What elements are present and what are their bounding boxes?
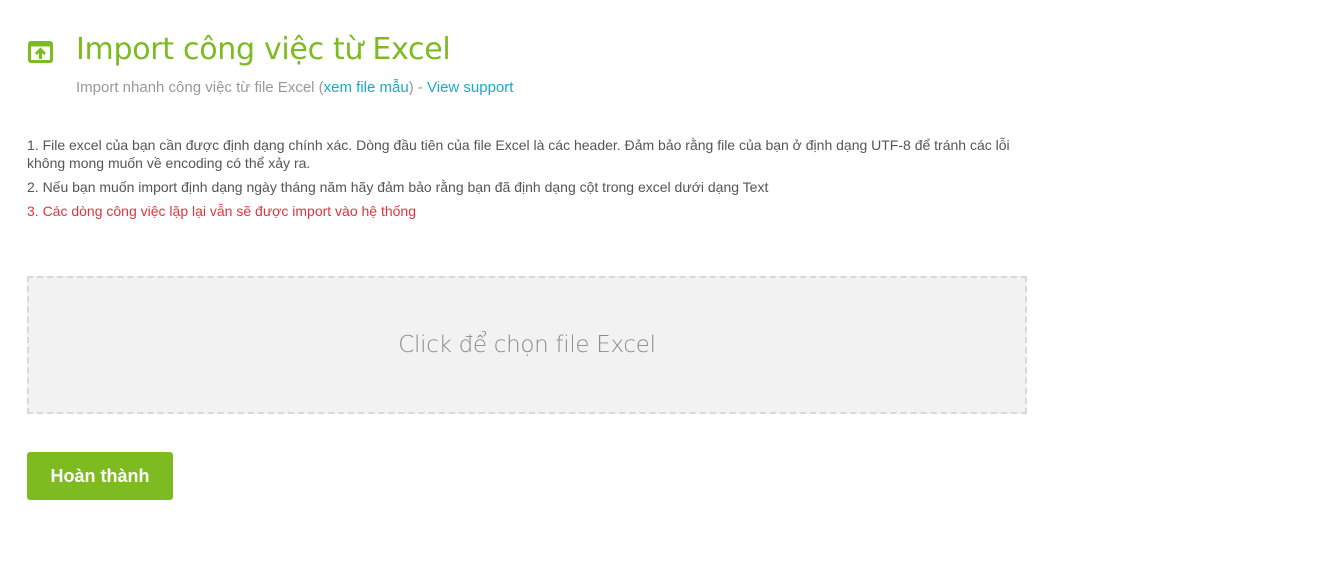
instruction-item: 1. File excel của bạn cần được định dạng… xyxy=(27,137,1010,171)
page-title: Import công việc từ Excel xyxy=(76,32,451,67)
dropzone-label: Click để chọn file Excel xyxy=(398,332,656,358)
sample-file-link[interactable]: xem file mẫu xyxy=(324,79,409,96)
import-upload-icon xyxy=(28,41,54,63)
finish-button[interactable]: Hoàn thành xyxy=(27,452,173,500)
import-instructions: 1. File excel của bạn cần được định dạng… xyxy=(27,136,1027,226)
instruction-warning: 3. Các dòng công việc lặp lại vẫn sẽ đượ… xyxy=(27,203,416,219)
page-subtitle: Import nhanh công việc từ file Excel (xe… xyxy=(76,79,513,96)
subtitle-prefix: Import nhanh công việc từ file Excel ( xyxy=(76,79,324,96)
import-page: Import công việc từ Excel Import nhanh c… xyxy=(0,0,1318,578)
view-support-link[interactable]: View support xyxy=(427,79,513,96)
instruction-item: 2. Nếu bạn muốn import định dạng ngày th… xyxy=(27,179,769,195)
file-dropzone[interactable]: Click để chọn file Excel xyxy=(27,276,1027,414)
subtitle-separator: ) - xyxy=(408,79,428,96)
